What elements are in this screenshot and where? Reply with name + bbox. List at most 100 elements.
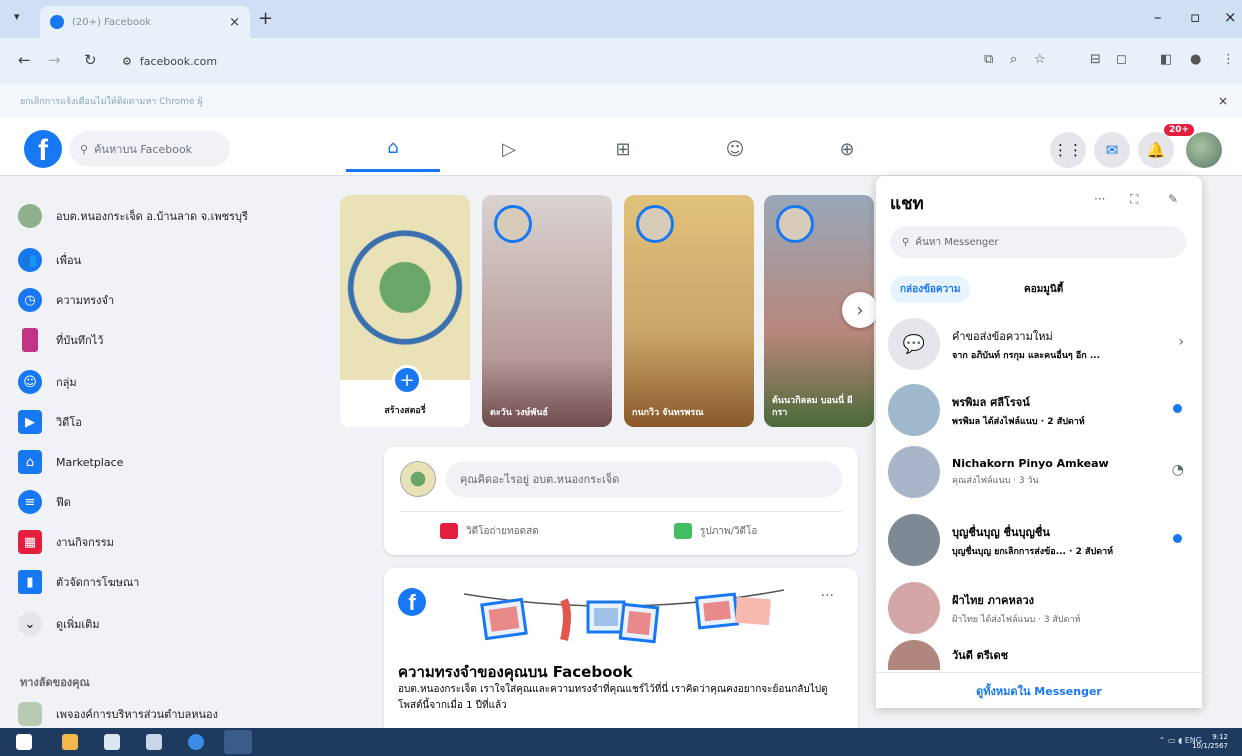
composer-input[interactable]: คุณคิดอะไรอยู่ อบต.หนองกระเจ็ด [446, 461, 842, 497]
sidebar-item-ads-manager[interactable]: ▮ ตัวจัดการโฆษณา [18, 564, 288, 600]
menu-button[interactable]: ⋮⋮ [1050, 132, 1086, 168]
conversation-name: พรพิมล ศลีโรจน์ [952, 395, 1030, 409]
sidebar-item-label: ความทรงจำ [56, 293, 115, 307]
nav-groups-tab[interactable]: ☺ [688, 126, 782, 172]
conversation-item[interactable]: ฝ้าไทย ภาคหลวง ฝ้าไทย ได้ส่งไฟล์แนบ · 3 … [888, 580, 1194, 636]
expand-icon[interactable]: ⛶ [1130, 192, 1138, 207]
sidebar-item-groups[interactable]: ☺ กลุ่ม [18, 364, 288, 400]
account-avatar[interactable] [1186, 132, 1222, 168]
infobar-close-icon[interactable]: × [1218, 94, 1228, 108]
sidebar-item-marketplace[interactable]: ⌂ Marketplace [18, 444, 288, 480]
sidebar-item-label: ที่บันทึกไว้ [56, 333, 104, 347]
sidebar-item-friends[interactable]: 👥 เพื่อน [18, 242, 288, 278]
add-story-icon[interactable]: + [392, 365, 422, 395]
live-video-button[interactable]: วิดีโอถ่ายทอดสด [440, 523, 539, 539]
sidebar-item-memories[interactable]: ◷ ความทรงจำ [18, 282, 288, 318]
conversation-item[interactable]: 💬 คำขอส่งข้อความใหม่ จาก อภิบันท์ กรกุม … [888, 316, 1194, 372]
file-explorer-icon[interactable] [62, 734, 78, 750]
groups-icon: ☺ [725, 138, 745, 160]
contact-avatar [888, 640, 940, 670]
sidebar-item-label: อบต.หนองกระเจ็ด อ.บ้านลาด จ.เพชรบุรี [56, 209, 248, 223]
minimize-icon[interactable]: – [1154, 8, 1162, 26]
zoom-icon[interactable]: ⌕ [1010, 52, 1017, 67]
story-card[interactable]: ตะวัน วงษ์พันธ์ [482, 195, 612, 427]
memory-body: อบต.หนองกระเจ็ด เราใจใส่คุณและความทรงจำท… [398, 684, 828, 711]
tab-inbox[interactable]: กล่องข้อความ [890, 276, 971, 303]
home-icon: ⌂ [387, 137, 399, 158]
sidebar-item-label: Marketplace [56, 455, 124, 469]
messenger-button[interactable]: ✉ [1094, 132, 1130, 168]
video-icon: ▷ [502, 138, 516, 160]
notification-badge: 20+ [1164, 124, 1195, 136]
create-story-card[interactable]: + สร้างสตอรี่ [340, 195, 470, 427]
chevron-down-icon: ⌄ [18, 612, 42, 636]
conversation-preview: คุณส่งไฟล์แนบ · 3 วัน [952, 476, 1039, 486]
mail-icon[interactable] [146, 734, 162, 750]
browser-tab[interactable]: (20+) Facebook × [40, 6, 250, 38]
conversation-item[interactable]: Nichakorn Pinyo Amkeaw คุณส่งไฟล์แนบ · 3… [888, 444, 1194, 500]
stories-next-button[interactable]: › [842, 292, 878, 328]
contact-avatar [888, 582, 940, 634]
sidebar-item-see-more[interactable]: ⌄ ดูเพิ่มเติม [18, 606, 288, 642]
puzzle-icon[interactable]: ◻ [1116, 52, 1127, 67]
chat-title: แชท [890, 194, 924, 214]
messenger-icon: ✉ [1105, 141, 1119, 159]
site-info-icon[interactable]: ⚙ [122, 55, 132, 68]
account-icon[interactable]: ● [1190, 52, 1201, 67]
conversation-preview: จาก อภิบันท์ กรกุม และคนอื่นๆ อีก ... [952, 350, 1101, 361]
tab-search-icon[interactable]: ▾ [14, 10, 20, 23]
forward-icon[interactable]: → [48, 51, 61, 69]
shortcut-item[interactable]: เพจองค์การบริหารส่วนตำบลหนอง [18, 696, 288, 728]
taskbar-clock[interactable]: 9:12 10/1/2567 [1192, 733, 1228, 751]
conversation-item[interactable]: พรพิมล ศลีโรจน์ พรพิมล ได้ส่งไฟล์แนบ · 2… [888, 382, 1194, 438]
bell-icon: 🔔 [1146, 141, 1166, 159]
facebook-logo[interactable]: f [24, 130, 62, 168]
close-window-icon[interactable]: × [1224, 8, 1237, 26]
url-field[interactable]: ⚙ facebook.com [110, 46, 990, 76]
chat-options-icon[interactable]: ··· [1094, 192, 1105, 206]
extensions-icon[interactable]: ⊟ [1090, 52, 1101, 67]
translate-icon[interactable]: ⧉ [984, 52, 993, 67]
new-message-icon[interactable]: ✎ [1168, 192, 1178, 206]
see-all-in-messenger-link[interactable]: ดูทั้งหมดใน Messenger [876, 672, 1202, 708]
live-video-icon [440, 523, 458, 539]
browser-menu-icon[interactable]: ⋮ [1222, 52, 1235, 67]
tab-community[interactable]: คอมมูนิตี้ [1024, 282, 1063, 297]
sidebar-item-video[interactable]: ▶ วิดีโอ [18, 404, 288, 440]
sidepanel-icon[interactable]: ◧ [1160, 52, 1172, 67]
maximize-icon[interactable]: ▫ [1190, 8, 1200, 26]
memory-more-button[interactable]: ··· [821, 588, 834, 604]
reload-icon[interactable]: ↻ [84, 51, 97, 69]
store-icon[interactable] [104, 734, 120, 750]
nav-video-tab[interactable]: ▷ [462, 126, 556, 172]
bookmark-icon [22, 328, 38, 352]
conversation-item[interactable]: วันดี ตรีเดช [888, 640, 1194, 670]
start-icon[interactable] [16, 734, 32, 750]
windows-taskbar: ⌃ ▭ ◖ ENG 9:12 10/1/2567 [0, 728, 1242, 756]
story-card[interactable]: กนกวิว จันทรพรณ [624, 195, 754, 427]
sidebar-item-saved[interactable]: ที่บันทึกไว้ [18, 322, 288, 358]
photo-video-button[interactable]: รูปภาพ/วิดีโอ [674, 523, 757, 539]
sidebar-item-events[interactable]: ▦ งานกิจกรรม [18, 524, 288, 560]
chrome-taskbar-button[interactable] [224, 730, 252, 754]
unread-dot-icon [1173, 534, 1182, 543]
facebook-search-input[interactable]: ⚲ ค้นหาบน Facebook [70, 131, 230, 167]
edge-icon[interactable] [188, 734, 204, 750]
sidebar-item-profile[interactable]: อบต.หนองกระเจ็ด อ.บ้านลาด จ.เพชรบุรี [18, 198, 288, 234]
notifications-button[interactable]: 🔔 [1138, 132, 1174, 168]
nav-marketplace-tab[interactable]: ⊞ [576, 126, 670, 172]
messenger-search-input[interactable]: ⚲ ค้นหา Messenger [890, 226, 1186, 258]
sidebar-item-label: เพื่อน [56, 253, 82, 267]
nav-gaming-tab[interactable]: ⊕ [800, 126, 894, 172]
left-sidebar: อบต.หนองกระเจ็ด อ.บ้านลาด จ.เพชรบุรี 👥 เ… [0, 176, 300, 728]
conversation-item[interactable]: บุญชื่นบุญ ชื่นบุญชื่น บุญชื่นบุญ ยกเลิก… [888, 512, 1194, 568]
back-icon[interactable]: ← [18, 51, 31, 69]
nav-home-tab[interactable]: ⌂ [346, 126, 440, 172]
tab-close-icon[interactable]: × [229, 15, 240, 30]
bookmark-star-icon[interactable]: ☆ [1034, 52, 1046, 67]
create-story-label: สร้างสตอรี่ [384, 406, 426, 416]
new-tab-button[interactable]: + [258, 8, 273, 29]
sidebar-item-feed[interactable]: ≡ ฟีด [18, 484, 288, 520]
clock-date: 10/1/2567 [1192, 742, 1228, 750]
tab-title: (20+) Facebook [72, 16, 152, 28]
